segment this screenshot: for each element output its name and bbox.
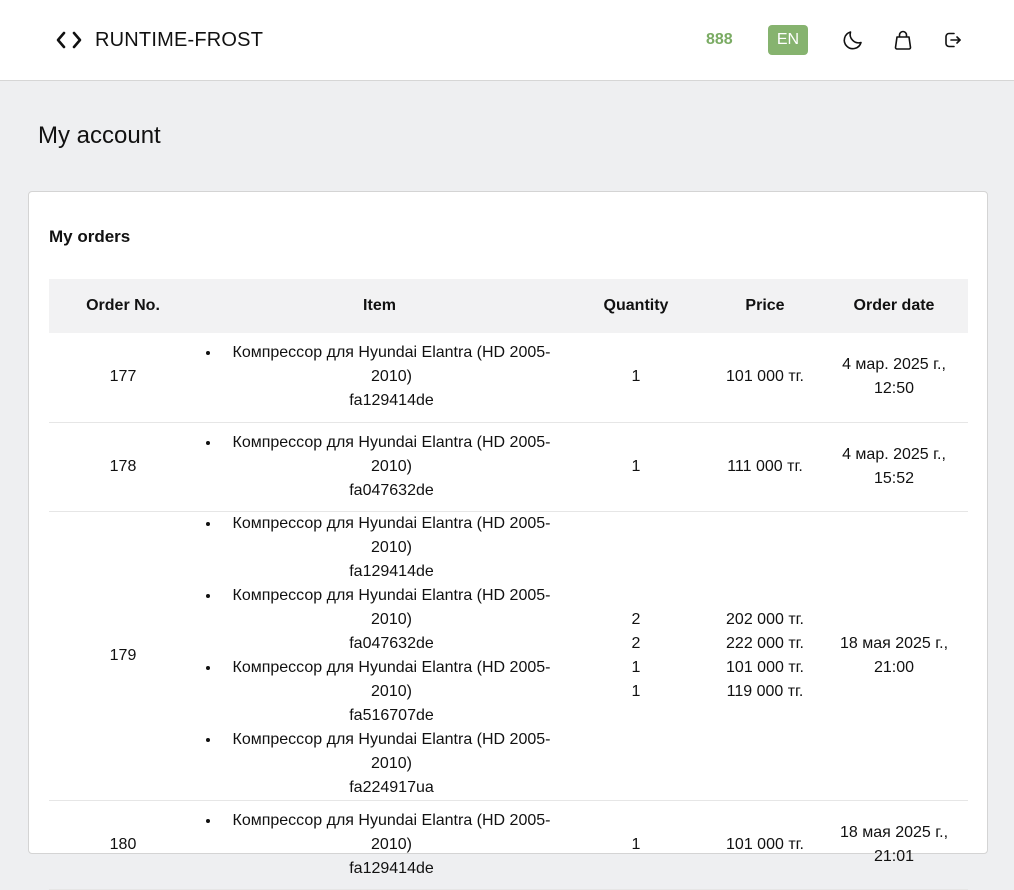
price-value: 101 000 тг. [726,835,804,853]
list-item: Компрессор для Hyundai Elantra (HD 2005-… [221,512,562,584]
quantity-value: 2 [631,634,641,652]
item-code: fa129414de [349,859,434,877]
column-header-quantity: Quantity [603,297,669,314]
order-date: 4 мар. 2025 г., 12:50 [820,333,968,422]
phone-link[interactable]: 888 [706,31,733,49]
time-value: 15:52 [873,469,915,487]
order-date: 4 мар. 2025 г., 15:52 [820,422,968,511]
list-item: Компрессор для Hyundai Elantra (HD 2005-… [221,809,562,881]
date-value: 18 мая 2025 г., [839,823,949,841]
list-item: Компрессор для Hyundai Elantra (HD 2005-… [221,431,562,503]
item-code: fa047632de [349,634,434,652]
quantity-value: 1 [631,457,641,475]
cart-button[interactable] [891,28,915,52]
date-value: 4 мар. 2025 г., [842,445,946,463]
order-items: Компрессор для Hyundai Elantra (HD 2005-… [197,333,562,422]
price-value: 101 000 тг. [726,658,804,676]
order-items: Компрессор для Hyundai Elantra (HD 2005-… [197,511,562,800]
list-item: Компрессор для Hyundai Elantra (HD 2005-… [221,341,562,413]
order-quantity: 1 [562,800,710,889]
order-items: Компрессор для Hyundai Elantra (HD 2005-… [197,800,562,889]
theme-toggle-button[interactable] [841,28,865,52]
list-item: Компрессор для Hyundai Elantra (HD 2005-… [221,584,562,656]
orders-card: My orders Order No. Item Quantity Price … [28,191,988,889]
price-value: 222 000 тг. [726,634,804,652]
logout-icon [945,32,961,48]
item-code: fa129414de [349,392,434,410]
price-value: 119 000 тг. [726,682,804,700]
item-name: Компрессор для Hyundai Elantra (HD 2005-… [232,811,551,853]
order-price: 202 000 тг. 222 000 тг. 101 000 тг. 119 … [710,511,820,800]
brand-link[interactable]: RUNTIME-FROST [55,27,263,53]
item-name: Компрессор для Hyundai Elantra (HD 2005-… [232,433,551,475]
item-name: Компрессор для Hyundai Elantra (HD 2005-… [232,344,551,386]
item-name: Компрессор для Hyundai Elantra (HD 2005-… [232,514,551,556]
list-item: Компрессор для Hyundai Elantra (HD 2005-… [221,728,562,800]
quantity-value: 1 [631,682,641,700]
item-name: Компрессор для Hyundai Elantra (HD 2005-… [232,586,551,628]
time-value: 12:50 [873,380,915,398]
order-quantity: 2 2 1 1 [562,511,710,800]
order-date: 18 мая 2025 г., 21:00 [820,511,968,800]
price-value: 101 000 тг. [726,368,804,386]
order-number: 178 [109,457,137,475]
column-header-price: Price [745,297,785,314]
item-code: fa516707de [349,706,434,724]
table-row: 177 Компрессор для Hyundai Elantra (HD 2… [49,333,968,422]
orders-title: My orders [49,227,131,246]
order-price: 101 000 тг. [710,800,820,889]
item-name: Компрессор для Hyundai Elantra (HD 2005-… [232,658,551,700]
date-value: 4 мар. 2025 г., [842,356,946,374]
price-value: 202 000 тг. [726,610,804,628]
date-value: 18 мая 2025 г., [839,634,949,652]
quantity-value: 2 [631,610,641,628]
order-quantity: 1 [562,333,710,422]
item-code: fa129414de [349,562,434,580]
language-button[interactable]: EN [768,25,808,55]
time-value: 21:01 [873,847,915,865]
order-number: 177 [109,368,137,386]
quantity-value: 1 [631,835,641,853]
order-price: 101 000 тг. [710,333,820,422]
column-header-item: Item [363,297,396,314]
item-code: fa224917ua [349,778,434,796]
logout-button[interactable] [941,28,965,52]
brand-name: RUNTIME-FROST [95,28,264,51]
order-items: Компрессор для Hyundai Elantra (HD 2005-… [197,422,562,511]
orders-table: Order No. Item Quantity Price Order date… [49,279,968,890]
code-icon [56,31,82,49]
column-header-order-no: Order No. [86,297,160,314]
moon-icon [843,31,862,50]
order-date: 18 мая 2025 г., 21:01 [820,800,968,889]
table-row: 179 Компрессор для Hyundai Elantra (HD 2… [49,511,968,800]
table-header-row: Order No. Item Quantity Price Order date [49,279,968,333]
page-title: My account [38,122,161,149]
item-name: Компрессор для Hyundai Elantra (HD 2005-… [232,730,551,772]
column-header-order-date: Order date [853,297,935,314]
order-price: 111 000 тг. [710,422,820,511]
table-row: 178 Компрессор для Hyundai Elantra (HD 2… [49,422,968,511]
price-value: 111 000 тг. [727,457,803,475]
top-navbar: RUNTIME-FROST 888 EN [0,0,1014,81]
time-value: 21:00 [873,658,915,676]
list-item: Компрессор для Hyundai Elantra (HD 2005-… [221,656,562,728]
item-code: fa047632de [349,481,434,499]
table-row: 180 Компрессор для Hyundai Elantra (HD 2… [49,800,968,889]
quantity-value: 1 [631,658,641,676]
order-number: 180 [109,835,137,853]
order-quantity: 1 [562,422,710,511]
order-number: 179 [109,646,137,664]
bag-icon [894,30,912,50]
quantity-value: 1 [631,368,641,386]
